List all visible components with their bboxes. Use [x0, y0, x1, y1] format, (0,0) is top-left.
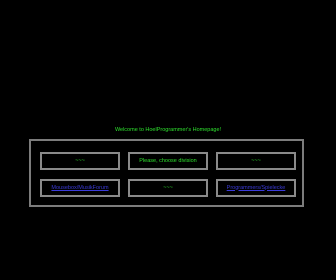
choose-division-prompt: Please, choose division [128, 152, 208, 170]
left-division-link[interactable]: Mousebox/MusikForum [51, 185, 108, 192]
division-choice-panel: ~~~ Please, choose division ~~~ Mousebox… [29, 139, 304, 207]
right-division-link[interactable]: Programmers/Spielecke [227, 185, 286, 192]
homepage: Welcome to HoelProgrammer's Homepage! ~~… [0, 0, 336, 280]
left-division-cell: Mousebox/MusikForum [40, 179, 120, 197]
top-left-placeholder: ~~~ [40, 152, 120, 170]
right-division-cell: Programmers/Spielecke [216, 179, 296, 197]
welcome-heading: Welcome to HoelProgrammer's Homepage! [114, 127, 222, 133]
bottom-center-placeholder: ~~~ [128, 179, 208, 197]
top-right-placeholder: ~~~ [216, 152, 296, 170]
